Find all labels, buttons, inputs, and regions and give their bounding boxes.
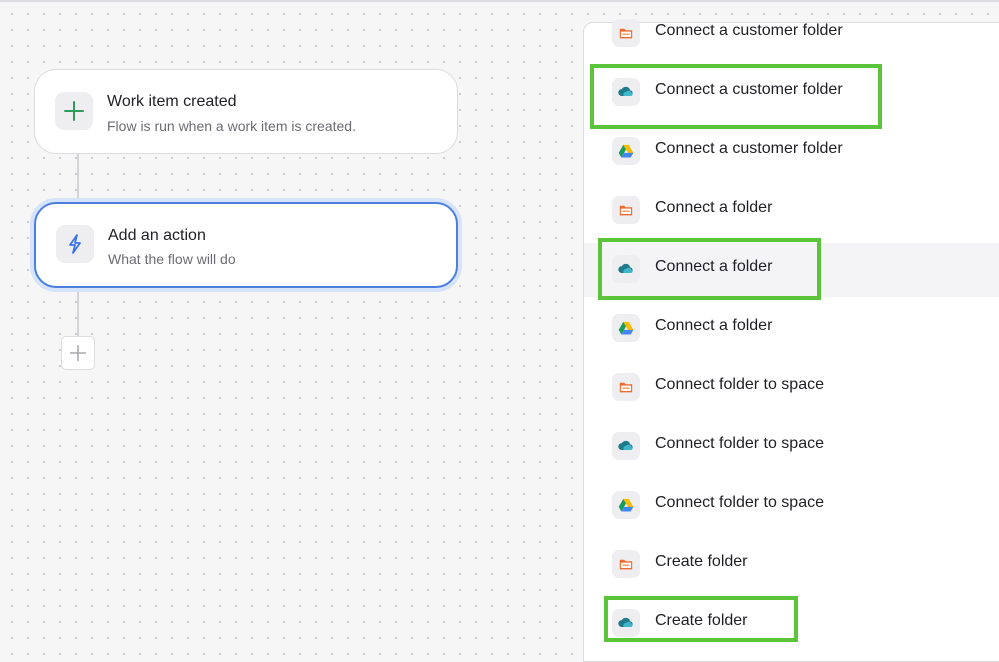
option-label: Connect folder to space [655,376,824,393]
add-step-button[interactable] [61,336,95,370]
box-folder-icon [612,196,640,224]
option-row[interactable]: Connect a customer folder [584,125,999,179]
google-drive-icon [612,137,640,165]
onedrive-icon [612,609,640,637]
option-label: Connect a folder [655,317,773,334]
option-row[interactable]: Create folder [584,597,999,643]
box-folder-icon [612,19,640,47]
plus-icon [70,345,86,361]
trigger-title: Work item created [107,93,237,110]
option-label: Connect a customer folder [655,22,843,39]
trigger-card[interactable]: Work item created Flow is run when a wor… [34,69,458,154]
box-folder-icon [612,373,640,401]
option-row[interactable]: Connect a folder [584,302,999,356]
action-subtitle: What the flow will do [108,251,236,267]
option-label: Connect a customer folder [655,81,843,98]
option-label: Connect a customer folder [655,140,843,157]
option-label: Create folder [655,553,748,570]
option-label: Connect a folder [655,199,773,216]
plus-icon [55,92,93,130]
option-row[interactable]: Create folder [584,538,999,592]
option-row[interactable]: Connect a customer folder [584,7,999,61]
google-drive-icon [612,491,640,519]
onedrive-icon [612,432,640,460]
lightning-icon [56,225,94,263]
top-border [0,0,999,2]
trigger-subtitle: Flow is run when a work item is created. [107,118,356,134]
option-row[interactable]: Connect a folder [584,243,999,297]
option-label: Connect folder to space [655,435,824,452]
option-label: Connect folder to space [655,494,824,511]
option-row[interactable]: Connect folder to space [584,361,999,415]
action-title: Add an action [108,227,206,244]
option-row[interactable]: Connect folder to space [584,420,999,474]
option-label: Create folder [655,612,748,629]
option-row[interactable]: Connect a customer folder [584,66,999,120]
flow-connector [77,288,79,336]
box-folder-icon [612,550,640,578]
onedrive-icon [612,78,640,106]
option-label: Connect a folder [655,258,773,275]
option-row[interactable]: Connect a folder [584,184,999,238]
option-row[interactable]: Connect folder to space [584,479,999,533]
onedrive-icon [612,255,640,283]
flow-connector [77,154,79,202]
action-card[interactable]: Add an action What the flow will do [34,202,458,288]
google-drive-icon [612,314,640,342]
